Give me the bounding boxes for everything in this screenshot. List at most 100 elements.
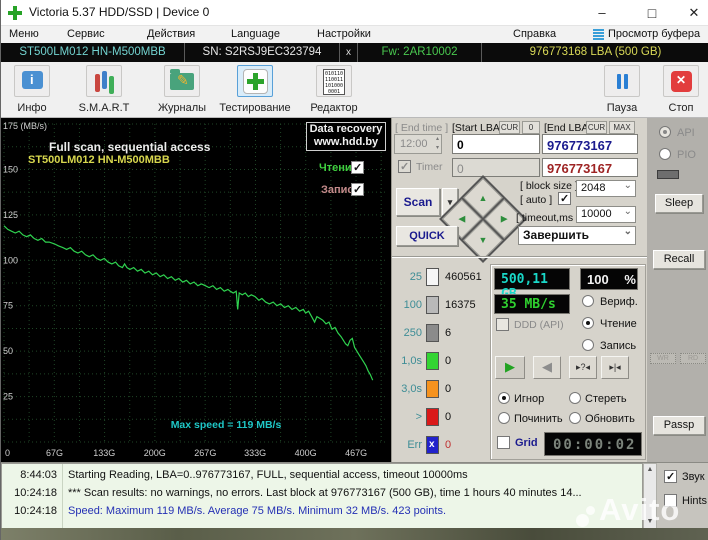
maximize-button[interactable] — [635, 0, 669, 26]
binary-document-icon — [316, 65, 352, 97]
max-speed-note: Max speed = 119 MB/s — [170, 419, 282, 431]
ignore-radio[interactable] — [498, 392, 510, 404]
start-lba-input[interactable] — [452, 134, 540, 154]
verify-label: Вериф. — [600, 296, 638, 308]
verify-radio[interactable] — [582, 295, 594, 307]
log-time: 10:24:18 — [14, 487, 57, 499]
play-button[interactable]: ▶ — [495, 356, 525, 379]
size-lcd: 500,11 GB — [494, 268, 570, 302]
testing-button[interactable]: Тестирование — [217, 65, 293, 114]
timer-checkbox[interactable] — [398, 160, 411, 173]
start-lba-label: [Start LBA] — [452, 122, 503, 134]
auto-label: [ auto ] — [520, 194, 553, 206]
end-time-spinner[interactable]: 12:00 — [394, 134, 442, 154]
y-tick-label: 50 — [3, 346, 13, 356]
auto-checkbox[interactable] — [558, 192, 571, 205]
smart-button[interactable]: S.M.A.R.T — [66, 65, 142, 114]
start-zero-button[interactable]: 0 — [522, 121, 540, 134]
menu-bar: Меню Сервис Действия Language Настройки … — [1, 26, 708, 43]
menu-item-help[interactable]: Справка — [513, 28, 556, 40]
y-tick-label: 75 — [3, 301, 13, 311]
wr-button[interactable]: WR — [650, 353, 676, 364]
minimize-button[interactable] — [585, 0, 619, 26]
activity-led — [657, 170, 679, 179]
timer-lcd: 00:00:02 — [544, 432, 642, 456]
x-tick-label: 133G — [93, 448, 115, 458]
menu-item-settings[interactable]: Настройки — [317, 28, 371, 40]
hddby-watermark: Data recovery www.hdd.by — [306, 122, 386, 151]
read-radio[interactable] — [582, 317, 594, 329]
recall-button[interactable]: Recall — [653, 250, 705, 269]
counter-box-err: x — [426, 436, 439, 454]
buffer-list-icon — [593, 29, 604, 40]
end-cur-button[interactable]: CUR — [586, 121, 607, 134]
y-tick-label: 150 — [3, 164, 18, 174]
end-lba-input[interactable] — [542, 134, 638, 154]
pio-radio[interactable] — [659, 148, 671, 160]
log-list[interactable]: 8:44:03 Starting Reading, LBA=0..9767731… — [1, 463, 643, 529]
device-close[interactable]: x — [339, 43, 357, 62]
stop-button[interactable]: Стоп — [643, 65, 708, 114]
stop-icon — [663, 65, 699, 97]
api-radio[interactable] — [659, 126, 671, 138]
start-lba-2-input[interactable] — [452, 158, 540, 177]
refresh-radio[interactable] — [569, 412, 581, 424]
sleep-button[interactable]: Sleep — [655, 194, 703, 213]
end-max-button[interactable]: MAX — [609, 121, 635, 134]
journals-button[interactable]: Журналы — [144, 65, 220, 114]
app-icon — [8, 6, 22, 20]
legend-read-checkbox[interactable] — [351, 161, 364, 174]
erase-radio[interactable] — [569, 392, 581, 404]
start-cur-button[interactable]: CUR — [499, 121, 520, 134]
ddd-checkbox[interactable] — [496, 318, 509, 331]
scroll-up-icon[interactable]: ▲ — [645, 465, 655, 475]
log-row: Speed: Maximum 119 MB/s. Average 75 MB/s… — [68, 505, 447, 517]
grid-label: Grid — [515, 437, 538, 449]
repair-radio[interactable] — [498, 412, 510, 424]
smart-icon — [86, 65, 122, 97]
x-tick-label: 0 — [5, 448, 10, 458]
menu-item-language[interactable]: Language — [231, 28, 280, 40]
device-model: ST500LM012 HN-M500MBB — [19, 46, 166, 58]
timeout-select[interactable]: 10000 — [576, 206, 636, 223]
block-size-select[interactable]: 2048 — [576, 180, 636, 197]
close-button[interactable] — [681, 0, 707, 26]
pio-label: PIO — [677, 149, 696, 161]
quick-button[interactable]: QUICK — [396, 226, 458, 246]
editor-button[interactable]: Редактор — [296, 65, 372, 114]
speed-graph: 175 (MB/s) 150 125 100 75 50 25 0 67G 133G 200G 267… — [1, 118, 391, 462]
read-speed-curve — [3, 225, 374, 381]
end-lba-2-input[interactable] — [542, 158, 638, 177]
menu-item-buffer-view[interactable]: Просмотр буфера — [608, 28, 700, 40]
menu-item-actions[interactable]: Действия — [147, 28, 195, 40]
passp-button[interactable]: Passp — [653, 416, 705, 435]
rewind-button[interactable]: ◀ — [533, 356, 561, 379]
avito-watermark: Avito — [599, 492, 681, 527]
pause-icon — [604, 65, 640, 97]
write-radio[interactable] — [582, 339, 594, 351]
y-tick-label: 100 — [3, 255, 18, 265]
finish-action-select[interactable]: Завершить — [518, 226, 636, 245]
info-button[interactable]: Инфо — [0, 65, 70, 114]
grid-checkbox[interactable] — [497, 436, 510, 449]
log-column-divider — [62, 464, 63, 528]
counter-box-1s — [426, 352, 439, 370]
scan-button[interactable]: Scan — [396, 188, 440, 216]
x-tick-label: 200G — [144, 448, 166, 458]
step-button[interactable]: ▸|◂ — [601, 356, 629, 379]
counter-box-over — [426, 408, 439, 426]
victoria-window: Victoria 5.37 HDD/SSD | Device 0 Меню Се… — [0, 0, 708, 540]
seek-error-button[interactable]: ▸?◂ — [569, 356, 597, 379]
percent-lcd: 100 % — [580, 268, 638, 290]
ignore-label: Игнор — [514, 393, 545, 405]
rd-button[interactable]: RD — [680, 353, 706, 364]
window-title: Victoria 5.37 HDD/SSD | Device 0 — [29, 5, 210, 19]
speed-lcd: 35 MB/s — [494, 294, 570, 314]
legend-write-checkbox[interactable] — [351, 183, 364, 196]
sound-checkbox[interactable] — [664, 470, 677, 483]
end-time-label: [ End time ] — [395, 122, 449, 134]
main-area: 175 (MB/s) 150 125 100 75 50 25 0 67G 133G 200G 267… — [1, 118, 708, 462]
menu-item-service[interactable]: Сервис — [67, 28, 105, 40]
menu-item-menu[interactable]: Меню — [9, 28, 39, 40]
sound-label: Звук — [682, 471, 705, 483]
